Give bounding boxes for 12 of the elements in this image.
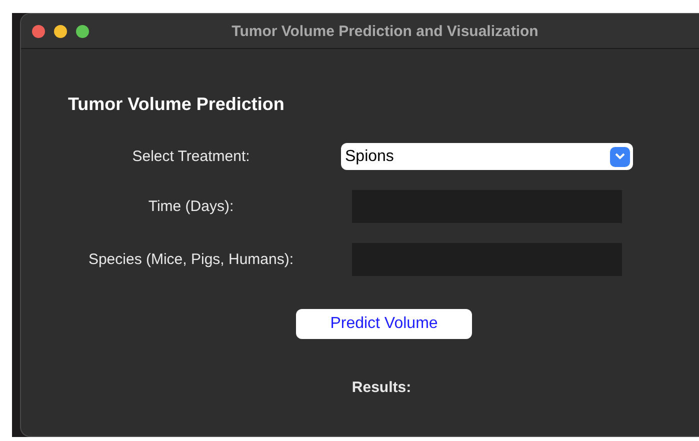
treatment-dropdown[interactable]: Spions (341, 143, 633, 170)
section-heading: Tumor Volume Prediction (68, 94, 284, 115)
field-label: Select Treatment: (132, 148, 250, 165)
field-label: Time (Days): (148, 198, 234, 215)
field-label: Species (Mice, Pigs, Humans): (88, 251, 294, 268)
zoom-button[interactable] (76, 24, 89, 38)
predict-button[interactable]: Predict Volume (296, 309, 472, 339)
chevron-icon (610, 146, 630, 166)
minimize-button[interactable] (54, 24, 67, 38)
window-title: Tumor Volume Prediction and Visualization (232, 22, 538, 40)
results-label: Results: (352, 379, 412, 396)
close-button[interactable] (32, 24, 45, 38)
